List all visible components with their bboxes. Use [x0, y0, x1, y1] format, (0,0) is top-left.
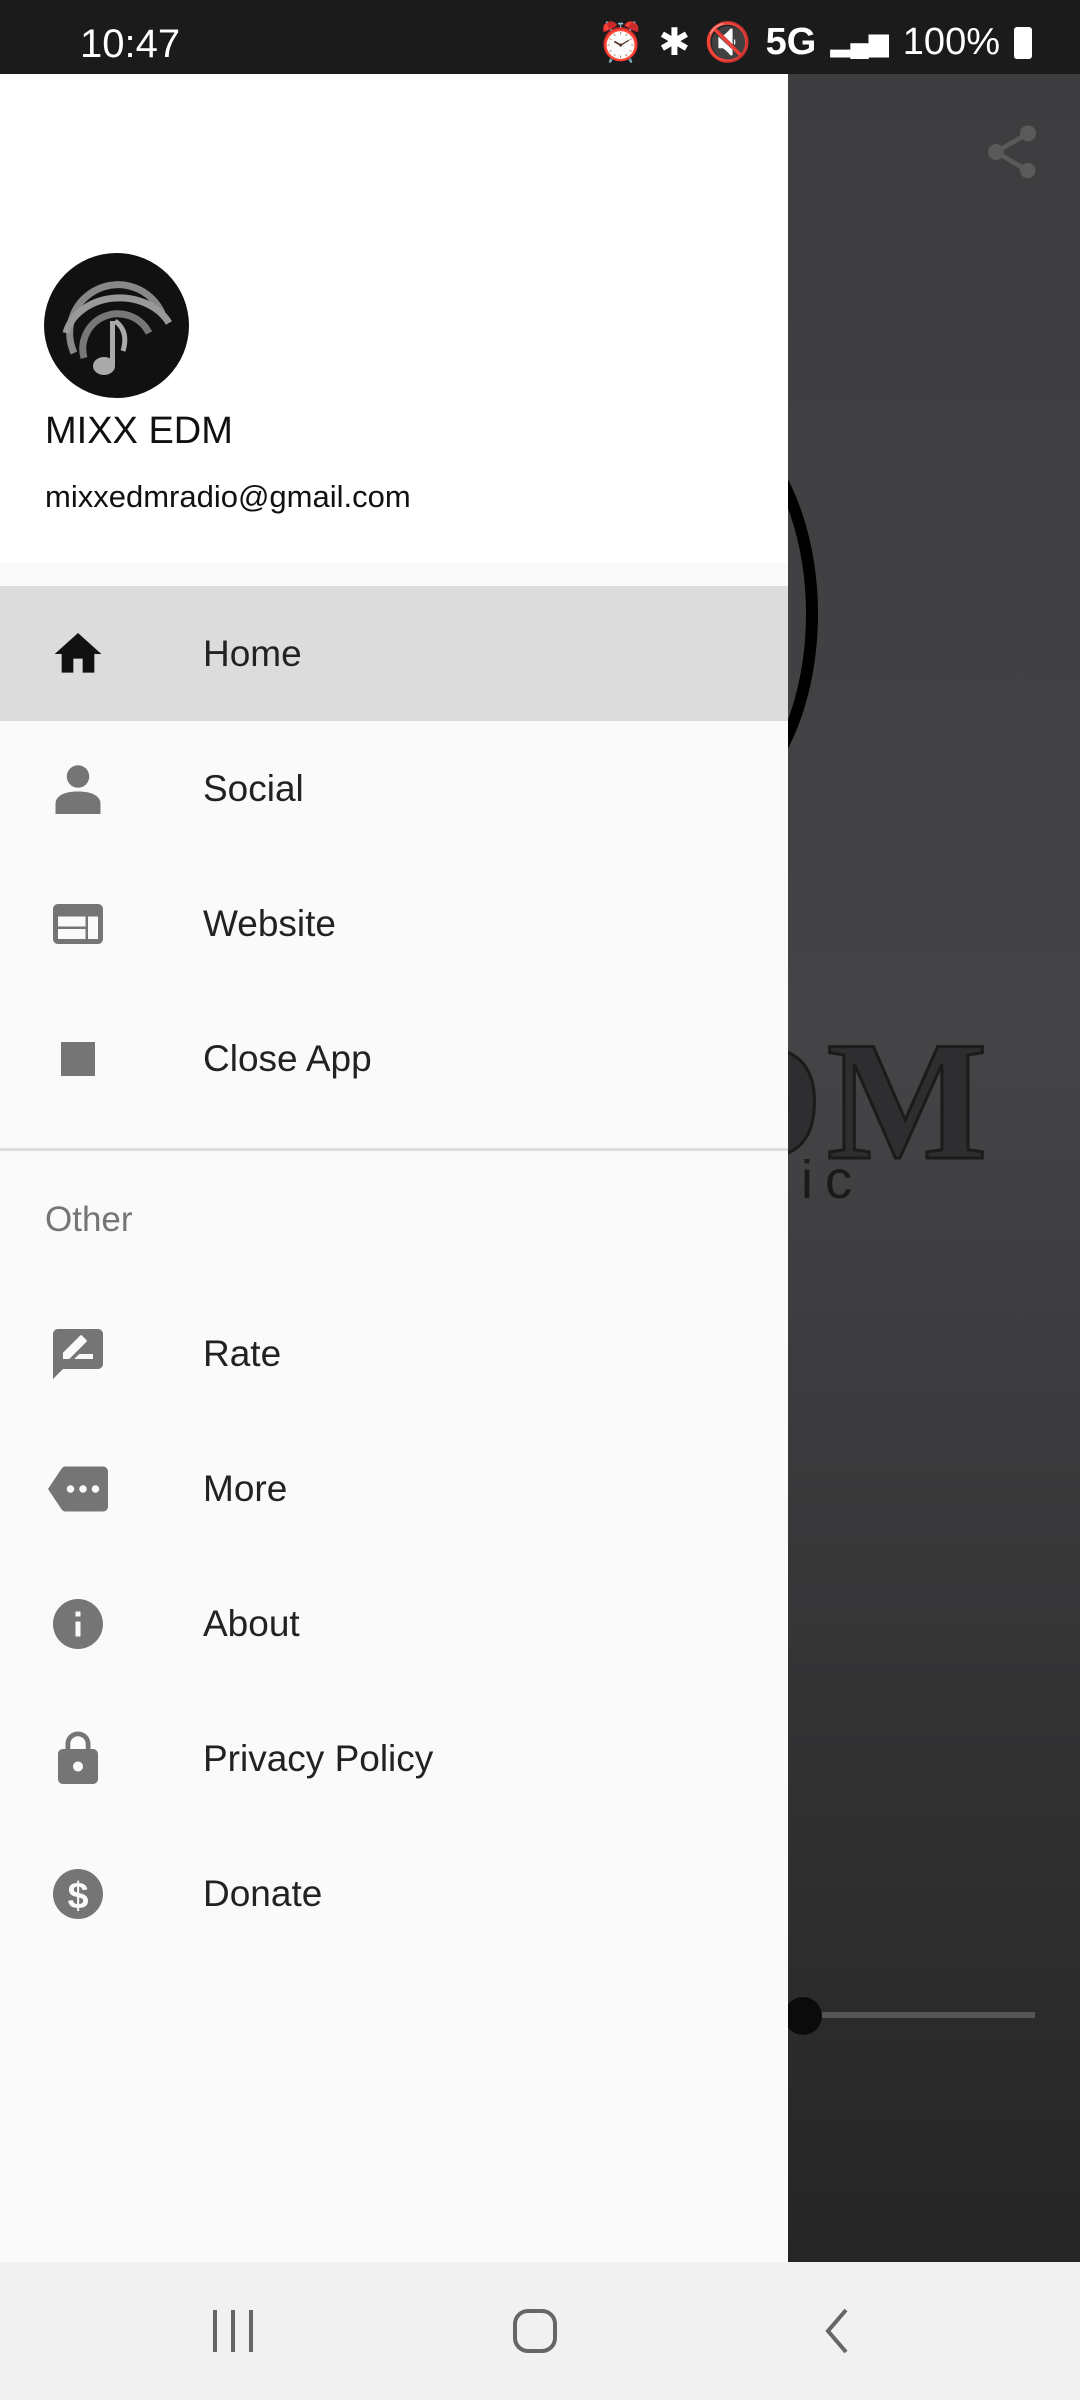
- menu-item-donate[interactable]: $ Donate: [0, 1826, 788, 1961]
- drawer-header: MIXX EDM mixxedmradio@gmail.com: [0, 74, 788, 563]
- navigation-drawer: MIXX EDM mixxedmradio@gmail.com Home Soc…: [0, 74, 788, 2262]
- menu-item-privacy-policy[interactable]: Privacy Policy: [0, 1691, 788, 1826]
- alarm-icon: ⏰: [597, 21, 645, 64]
- battery-icon: [1014, 26, 1032, 59]
- volume-slider-thumb[interactable]: [784, 1997, 822, 2035]
- network-type: 5G: [765, 21, 817, 63]
- info-icon: [48, 1594, 108, 1654]
- menu-item-label: Donate: [203, 1872, 323, 1914]
- menu-item-label: Home: [203, 632, 302, 674]
- status-bar: 10:47 ⏰ ✱ 🔇 5G ▂▄▆ 100%: [0, 0, 1080, 74]
- lock-icon: [48, 1729, 108, 1789]
- status-time: 10:47: [80, 22, 181, 66]
- rate-review-icon: [48, 1324, 108, 1384]
- battery-percent: 100%: [902, 21, 1000, 63]
- menu-item-label: Close App: [203, 1037, 372, 1079]
- menu-item-rate[interactable]: Rate: [0, 1286, 788, 1421]
- menu-item-label: Rate: [203, 1332, 282, 1374]
- person-icon: [48, 759, 108, 819]
- menu-item-label: About: [203, 1602, 300, 1644]
- menu-item-more[interactable]: More: [0, 1421, 788, 1556]
- recent-apps-button[interactable]: [205, 2306, 261, 2356]
- menu-item-close-app[interactable]: Close App: [0, 991, 788, 1126]
- section-label: Other: [45, 1200, 133, 1239]
- menu-item-home[interactable]: Home: [0, 586, 788, 721]
- drawer-title: MIXX EDM: [45, 410, 233, 452]
- drawer-email: mixxedmradio@gmail.com: [45, 479, 411, 514]
- back-button[interactable]: [818, 2306, 858, 2356]
- signal-icon: ▂▄▆: [830, 27, 889, 57]
- divider: [0, 1148, 788, 1151]
- avatar: [44, 253, 189, 398]
- menu-item-label: More: [203, 1467, 288, 1509]
- web-icon: [48, 894, 108, 954]
- menu-item-label: Website: [203, 902, 336, 944]
- menu-item-website[interactable]: Website: [0, 856, 788, 991]
- menu-item-label: Social: [203, 767, 304, 809]
- home-icon: [48, 624, 108, 684]
- share-icon[interactable]: [980, 120, 1044, 184]
- mute-icon: 🔇: [704, 21, 752, 64]
- more-tag-icon: [48, 1459, 108, 1519]
- system-nav-bar: [0, 2262, 1080, 2400]
- music-note-logo-icon: [62, 281, 172, 375]
- menu-item-label: Privacy Policy: [203, 1737, 434, 1779]
- dollar-icon: $: [48, 1864, 108, 1924]
- stop-icon: [48, 1029, 108, 1089]
- bluetooth-icon: ✱: [658, 22, 691, 64]
- volume-slider[interactable]: [810, 2012, 1035, 2018]
- menu-item-about[interactable]: About: [0, 1556, 788, 1691]
- menu-item-social[interactable]: Social: [0, 721, 788, 856]
- svg-text:$: $: [68, 1873, 89, 1915]
- home-button[interactable]: [510, 2306, 560, 2356]
